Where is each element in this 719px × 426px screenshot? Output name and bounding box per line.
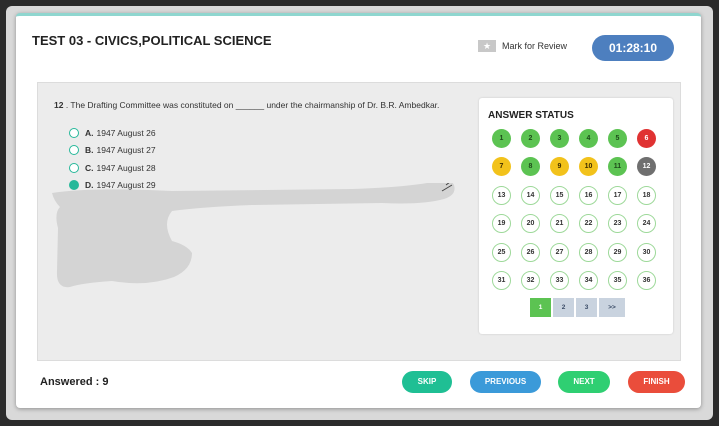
- question-status-bubble[interactable]: 22: [579, 214, 598, 234]
- option-letter: C.: [85, 162, 94, 173]
- question-status-bubble[interactable]: 12: [637, 157, 656, 177]
- question-status-bubble[interactable]: 33: [550, 270, 569, 290]
- question-status-bubble[interactable]: 23: [608, 214, 627, 234]
- question-status-bubble[interactable]: 18: [637, 185, 656, 205]
- question-status-bubble[interactable]: 25: [492, 242, 511, 262]
- question-status-bubble[interactable]: 26: [521, 242, 540, 262]
- question-status-bubble[interactable]: 10: [579, 157, 598, 177]
- countdown-timer: 01:28:10: [592, 35, 674, 61]
- question-text: 12 . The Drafting Committee was constitu…: [54, 100, 439, 110]
- question-status-bubble[interactable]: 14: [521, 185, 540, 205]
- question-status-bubble[interactable]: 19: [492, 214, 511, 234]
- option-text: 1947 August 27: [96, 145, 156, 156]
- question-status-bubble[interactable]: 32: [521, 270, 540, 290]
- option-letter: A.: [85, 127, 94, 138]
- question-status-bubble[interactable]: 11: [608, 157, 627, 177]
- answer-status-title: ANSWER STATUS: [488, 110, 574, 121]
- question-status-bubble[interactable]: 30: [637, 242, 656, 262]
- question-status-bubble[interactable]: 9: [550, 157, 569, 177]
- question-status-bubble[interactable]: 28: [579, 242, 598, 262]
- page-button[interactable]: 3: [576, 298, 597, 317]
- status-pagination: 1 2 3 >>: [530, 298, 625, 317]
- question-status-bubble[interactable]: 15: [550, 185, 569, 205]
- option-text: 1947 August 28: [96, 162, 156, 173]
- previous-button[interactable]: PREVIOUS: [470, 371, 541, 393]
- question-status-bubble[interactable]: 27: [550, 242, 569, 262]
- option-letter: B.: [85, 145, 94, 156]
- page-button[interactable]: 1: [530, 298, 551, 317]
- question-status-bubble[interactable]: 21: [550, 214, 569, 234]
- question-status-bubble[interactable]: 31: [492, 270, 511, 290]
- mark-for-review-label: Mark for Review: [502, 41, 568, 51]
- question-status-bubble[interactable]: 17: [608, 185, 627, 205]
- question-status-bubble[interactable]: 7: [492, 157, 511, 177]
- question-status-bubble[interactable]: 5: [608, 129, 627, 148]
- question-status-bubble[interactable]: 13: [492, 185, 511, 205]
- option-text: 1947 August 26: [96, 127, 156, 138]
- question-status-bubble[interactable]: 36: [637, 270, 656, 290]
- finish-button[interactable]: FINISH: [628, 371, 685, 393]
- question-status-bubble[interactable]: 6: [637, 129, 656, 148]
- question-body: . The Drafting Committee was constituted…: [63, 100, 440, 110]
- scribble-overlay: [52, 183, 455, 288]
- answer-option[interactable]: C. 1947 August 28: [69, 159, 156, 177]
- question-status-grid: 1 2 3 4 5 6 7 8 9 10 11 12 13 14 15 16 17 18 19 20 21 22 23 24 2…: [492, 129, 656, 290]
- question-panel: 12 . The Drafting Committee was constitu…: [37, 82, 681, 361]
- test-card: TEST 03 - CIVICS,POLITICAL SCIENCE ★ Mar…: [16, 13, 701, 408]
- radio-button[interactable]: [69, 145, 79, 156]
- question-status-bubble[interactable]: 20: [521, 214, 540, 234]
- mark-for-review-toggle[interactable]: ★ Mark for Review: [478, 40, 567, 52]
- page-button[interactable]: 2: [553, 298, 574, 317]
- question-status-bubble[interactable]: 3: [550, 129, 569, 148]
- question-status-bubble[interactable]: 24: [637, 214, 656, 234]
- answer-status-panel: ANSWER STATUS 1 2 3 4 5 6 7 8 9 10 11 12 13 14 15 16 17 1…: [479, 98, 673, 334]
- question-status-bubble[interactable]: 4: [579, 129, 598, 148]
- question-status-bubble[interactable]: 29: [608, 242, 627, 262]
- question-status-bubble[interactable]: 16: [579, 185, 598, 205]
- question-status-bubble[interactable]: 2: [521, 129, 540, 148]
- page-button[interactable]: >>: [599, 298, 625, 317]
- star-icon: ★: [478, 40, 496, 52]
- skip-button[interactable]: SKIP: [402, 371, 452, 393]
- answer-option[interactable]: B. 1947 August 27: [69, 142, 156, 160]
- test-title: TEST 03 - CIVICS,POLITICAL SCIENCE: [32, 33, 272, 48]
- question-status-bubble[interactable]: 34: [579, 270, 598, 290]
- answered-count: Answered : 9: [40, 376, 109, 388]
- question-status-bubble[interactable]: 35: [608, 270, 627, 290]
- question-status-bubble[interactable]: 1: [492, 129, 511, 148]
- next-button[interactable]: NEXT: [558, 371, 610, 393]
- answer-option[interactable]: A. 1947 August 26: [69, 124, 156, 142]
- radio-button[interactable]: [69, 162, 79, 173]
- question-status-bubble[interactable]: 8: [521, 157, 540, 177]
- radio-button[interactable]: [69, 127, 79, 138]
